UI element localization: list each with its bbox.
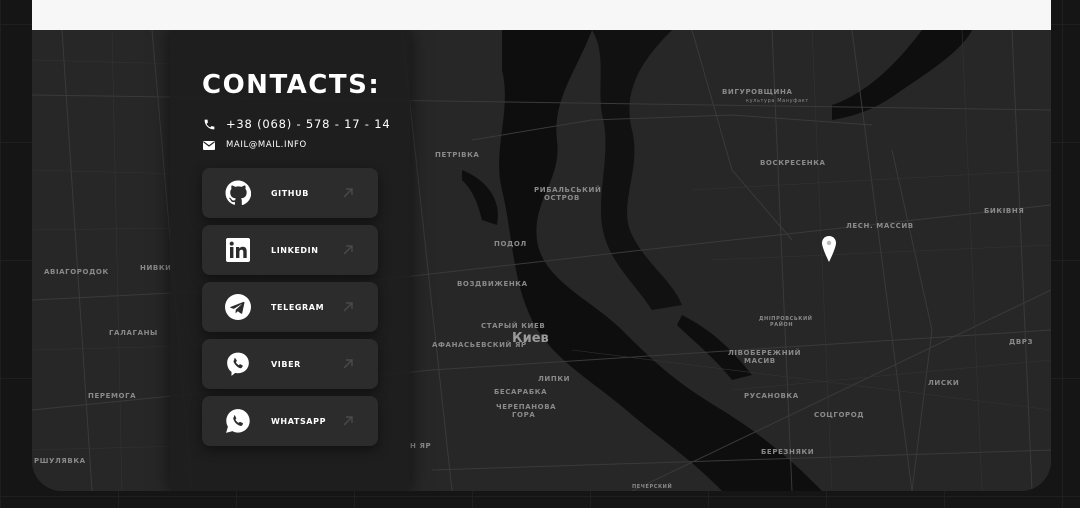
map-label: МАСИВ (744, 357, 776, 365)
location-pin-icon[interactable] (822, 236, 836, 262)
email-address: MAIL@MAIL.INFO (226, 140, 307, 150)
arrow-up-right-icon (343, 416, 353, 426)
arrow-up-right-icon (343, 359, 353, 369)
linkedin-icon (225, 237, 251, 263)
phone-icon (202, 117, 216, 131)
map-label: ПЕЧЕРСКИЙ (632, 484, 673, 490)
viber-button[interactable]: VIBER (202, 339, 378, 389)
viber-icon (225, 351, 251, 377)
map-label: ПЕРЕМОГА (88, 392, 137, 400)
map-label-kyiv: Киев (512, 331, 549, 346)
map-label: ВОЗДВИЖЕНКА (457, 280, 528, 288)
whatsapp-icon (225, 408, 251, 434)
contacts-section: ВИГУРОВЩИНА культура Мануфакт ПЕТРІВКА В… (32, 30, 1051, 491)
map-label: ЧЕРЕПАНОВА (496, 403, 557, 411)
map-label: БЕРЕЗНЯКИ (761, 448, 815, 456)
github-label: GITHUB (271, 188, 309, 198)
whatsapp-button[interactable]: WHATSAPP (202, 396, 378, 446)
email-contact[interactable]: MAIL@MAIL.INFO (202, 138, 307, 152)
map-label: ЛИПКИ (538, 375, 571, 383)
map-label: культура Мануфакт (746, 98, 809, 104)
map-label: ВОСКРЕСЕНКА (760, 159, 826, 167)
map-label: ЛИСКИ (928, 379, 960, 387)
map-label: БЕСАРАБКА (494, 388, 548, 396)
map-label: ГОРА (512, 411, 536, 419)
linkedin-button[interactable]: LINKEDIN (202, 225, 378, 275)
map-label: РАЙОН (770, 322, 794, 328)
map-label: РУСАНОВКА (744, 392, 799, 400)
map-label: СОЦГОРОД (814, 411, 865, 419)
map-label: РШУЛЯВКА (34, 457, 86, 465)
map-label: ДВРЗ (1009, 338, 1034, 346)
contacts-title: CONTACTS: (202, 70, 381, 100)
phone-number: +38 (068) - 578 - 17 - 14 (226, 117, 391, 131)
map-label: ПОДОЛ (494, 240, 527, 248)
viber-label: VIBER (271, 359, 301, 369)
map-label: ВИГУРОВЩИНА (722, 88, 793, 96)
github-icon (225, 180, 251, 206)
whatsapp-label: WHATSAPP (271, 416, 327, 426)
map-label: Н ЯР (410, 442, 432, 450)
arrow-up-right-icon (343, 302, 353, 312)
map-label: ПЕТРІВКА (435, 151, 480, 159)
map-label: БИКІВНЯ (984, 207, 1025, 215)
contacts-panel: CONTACTS: +38 (068) - 578 - 17 - 14 MAIL… (170, 30, 410, 491)
phone-contact[interactable]: +38 (068) - 578 - 17 - 14 (202, 117, 390, 131)
map-label: НИВКИ (140, 264, 172, 272)
telegram-button[interactable]: TELEGRAM (202, 282, 378, 332)
map-label: ОСТРОВ (544, 194, 580, 202)
arrow-up-right-icon (343, 188, 353, 198)
map-label: РИБАЛЬСЬКИЙ (534, 186, 602, 194)
envelope-icon (202, 138, 216, 152)
map-label: ЛІВОБЕРЕЖНИЙ (728, 349, 802, 357)
linkedin-label: LINKEDIN (271, 245, 319, 255)
arrow-up-right-icon (343, 245, 353, 255)
telegram-icon (225, 294, 251, 320)
telegram-label: TELEGRAM (271, 302, 325, 312)
map-label: ГАЛАГАНЫ (109, 329, 158, 337)
map-label: ЛЕСН. МАССИВ (846, 222, 914, 230)
map-label: АВІАГОРОДОК (44, 268, 109, 276)
github-button[interactable]: GITHUB (202, 168, 378, 218)
previous-section-edge (32, 0, 1051, 30)
map-label: СТАРЫЙ КИЕВ (481, 322, 546, 330)
